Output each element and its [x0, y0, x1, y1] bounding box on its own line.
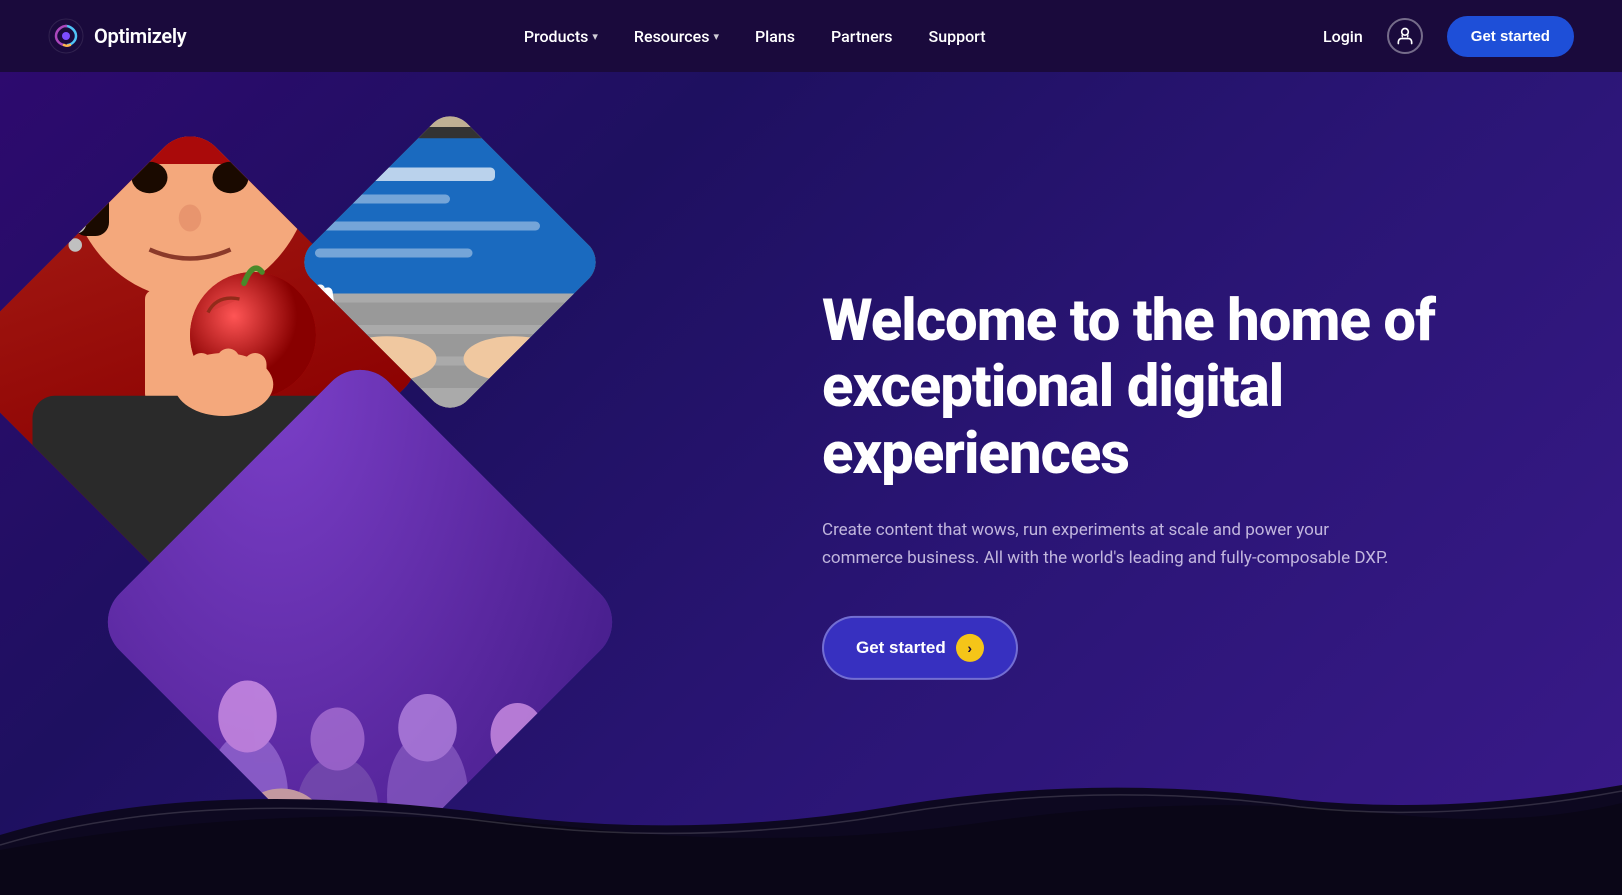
hero-content: Welcome to the home of exceptional digit… — [822, 287, 1502, 679]
logo-icon — [48, 18, 84, 54]
chevron-down-icon: ▾ — [713, 30, 719, 43]
cta-arrow-icon: › — [956, 634, 984, 662]
bottom-wave — [0, 695, 1622, 895]
login-button[interactable]: Login — [1323, 27, 1363, 46]
nav-resources[interactable]: Resources ▾ — [634, 27, 719, 46]
logo[interactable]: Optimizely — [48, 18, 186, 54]
nav-plans[interactable]: Plans — [755, 27, 795, 46]
chevron-down-icon: ▾ — [592, 30, 598, 43]
navbar: Optimizely Products ▾ Resources ▾ Plans … — [0, 0, 1622, 72]
nav-products[interactable]: Products ▾ — [524, 27, 598, 46]
get-started-button[interactable]: Get started — [1447, 16, 1574, 57]
user-icon[interactable] — [1387, 18, 1423, 54]
hero-section: NY — [0, 72, 1622, 895]
hero-subtitle: Create content that wows, run experiment… — [822, 515, 1402, 571]
nav-support[interactable]: Support — [929, 27, 986, 46]
logo-text: Optimizely — [94, 24, 186, 48]
hero-title: Welcome to the home of exceptional digit… — [822, 287, 1502, 487]
nav-partners[interactable]: Partners — [831, 27, 893, 46]
nav-right: Login Get started — [1323, 16, 1574, 57]
nav-links: Products ▾ Resources ▾ Plans Partners Su… — [524, 27, 986, 46]
hero-cta-button[interactable]: Get started › — [822, 616, 1018, 680]
